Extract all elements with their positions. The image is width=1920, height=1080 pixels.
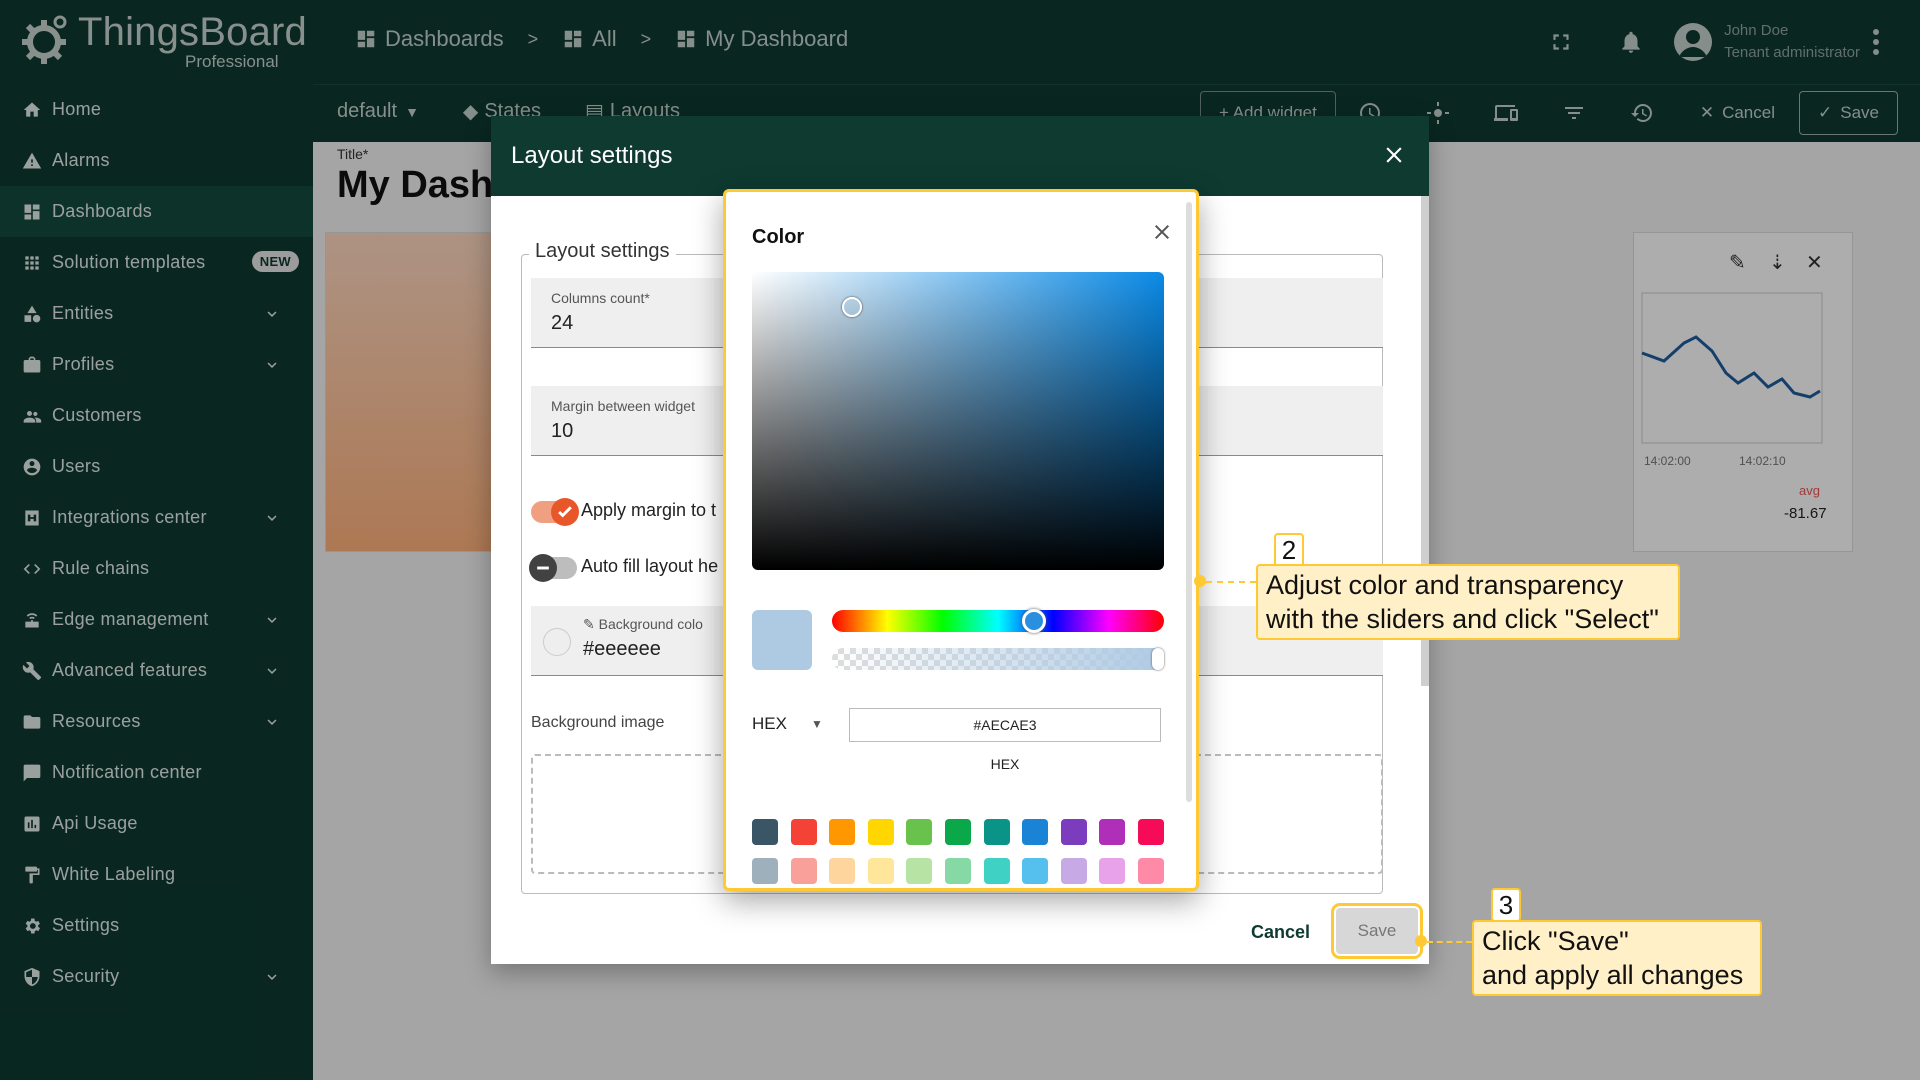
picker-scrollbar[interactable]: [1186, 202, 1192, 802]
color-swatch[interactable]: [867, 858, 894, 884]
format-color-fill-icon: ✎: [583, 616, 599, 632]
callout-line: [1206, 581, 1256, 583]
color-swatch[interactable]: [752, 819, 778, 845]
swatch-row: [752, 858, 1177, 884]
alpha-slider[interactable]: [832, 648, 1164, 670]
color-swatch[interactable]: [1137, 858, 1164, 884]
callout-pointer: [1415, 935, 1427, 947]
section-legend: Layout settings: [529, 240, 676, 263]
hue-slider[interactable]: [832, 609, 1164, 633]
color-swatch[interactable]: [944, 858, 971, 884]
color-swatch[interactable]: [829, 858, 856, 884]
color-swatch[interactable]: [983, 858, 1010, 884]
close-icon[interactable]: [1150, 220, 1174, 244]
color-swatch[interactable]: [790, 819, 817, 845]
save-button[interactable]: Save: [1331, 903, 1423, 959]
color-swatch[interactable]: [1099, 858, 1126, 884]
minus-icon: [529, 554, 557, 582]
apply-margin-toggle[interactable]: [531, 498, 579, 526]
saturation-area[interactable]: [752, 272, 1164, 570]
hex-input[interactable]: #AECAE3: [849, 708, 1161, 742]
dialog-header: Layout settings: [491, 116, 1429, 196]
hue-handle[interactable]: [1022, 609, 1046, 633]
swatch-row: [752, 819, 1177, 845]
color-preview: [752, 610, 812, 670]
step-number: 2: [1274, 533, 1304, 567]
color-swatch[interactable]: [1022, 819, 1049, 845]
color-swatch[interactable]: [1022, 858, 1049, 884]
color-swatch[interactable]: [752, 858, 778, 884]
picker-title: Color: [752, 226, 805, 248]
color-swatch[interactable]: [867, 819, 894, 845]
auto-fill-label: Auto fill layout he: [581, 556, 719, 576]
color-swatch[interactable]: [1137, 819, 1164, 845]
color-swatch[interactable]: [906, 858, 933, 884]
color-swatch[interactable]: [790, 858, 817, 884]
apply-margin-label: Apply margin to t: [581, 500, 717, 520]
alpha-handle[interactable]: [1152, 648, 1164, 670]
step-number: 3: [1491, 888, 1521, 922]
check-icon: [551, 498, 579, 526]
color-swatch[interactable]: [543, 628, 571, 656]
saturation-handle[interactable]: [842, 297, 862, 317]
color-swatch[interactable]: [906, 819, 933, 845]
background-image-label: Background image: [531, 714, 665, 731]
callout-pointer: [1194, 575, 1206, 587]
cancel-button[interactable]: Cancel: [1251, 922, 1310, 943]
callout-step3: Click "Save" and apply all changes: [1472, 920, 1762, 996]
color-picker-popup: Color HEX ▼ #AECAE3 HEX: [723, 189, 1199, 891]
color-swatch[interactable]: [944, 819, 971, 845]
callout-line: [1427, 941, 1472, 943]
auto-fill-toggle[interactable]: [529, 554, 577, 582]
hex-caption: HEX: [990, 756, 1020, 772]
close-icon[interactable]: [1381, 142, 1407, 168]
dialog-title: Layout settings: [511, 142, 673, 169]
color-swatch[interactable]: [1099, 819, 1126, 845]
format-select[interactable]: HEX ▼: [752, 714, 823, 734]
color-swatch[interactable]: [983, 819, 1010, 845]
callout-step2: Adjust color and transparency with the s…: [1256, 564, 1680, 640]
color-swatch[interactable]: [829, 819, 856, 845]
dropdown-arrow-icon: ▼: [810, 717, 823, 731]
color-swatch[interactable]: [1060, 819, 1087, 845]
color-swatch[interactable]: [1060, 858, 1087, 884]
